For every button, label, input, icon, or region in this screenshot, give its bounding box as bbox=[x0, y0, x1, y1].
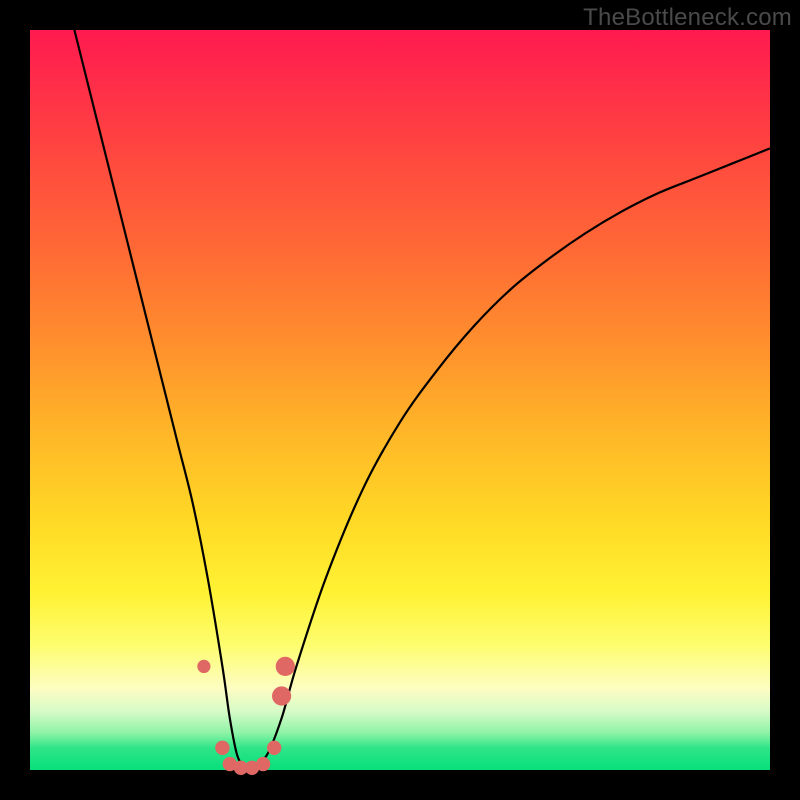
curve-markers bbox=[197, 657, 295, 775]
bottleneck-curve bbox=[74, 30, 770, 768]
watermark-text: TheBottleneck.com bbox=[583, 4, 792, 32]
curve-marker bbox=[267, 741, 281, 755]
chart-frame: TheBottleneck.com bbox=[0, 0, 800, 800]
curve-marker bbox=[215, 741, 229, 755]
curve-marker bbox=[272, 686, 291, 705]
curve-marker bbox=[256, 757, 270, 771]
curve-marker bbox=[197, 660, 210, 673]
chart-svg bbox=[30, 30, 770, 770]
curve-marker bbox=[276, 657, 295, 676]
chart-plot-area bbox=[30, 30, 770, 770]
